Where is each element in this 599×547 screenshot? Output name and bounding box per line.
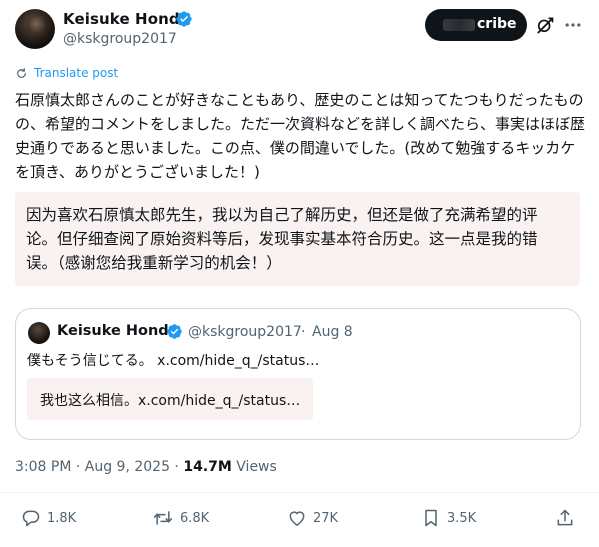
quote-separator: · — [301, 324, 306, 340]
quote-date[interactable]: Aug 8 — [312, 324, 353, 340]
redacted-text — [443, 19, 475, 31]
views-label: Views — [231, 459, 277, 475]
quoted-post[interactable]: Keisuke Honda @kskgroup2017 · Aug 8 僕もそう… — [15, 308, 581, 440]
translate-icon — [17, 67, 26, 78]
like-button[interactable]: 27K — [287, 508, 338, 528]
post-meta: 3:08 PM · Aug 9, 2025 · 14.7M Views — [15, 459, 277, 475]
quote-translation-box: 我也这么相信。x.com/hide_q_/status… — [27, 378, 313, 420]
like-icon — [289, 511, 305, 526]
reply-count: 1.8K — [47, 510, 77, 526]
verified-badge-icon — [167, 324, 182, 339]
bookmark-button[interactable]: 3.5K — [421, 508, 476, 528]
translate-label: Translate post — [34, 66, 119, 80]
quote-avatar[interactable] — [28, 322, 50, 344]
repost-count: 6.8K — [180, 510, 210, 526]
share-icon — [557, 509, 573, 526]
divider — [0, 492, 599, 493]
author-handle[interactable]: @kskgroup2017 — [63, 31, 177, 47]
subscribe-label: cribe — [477, 16, 517, 32]
verified-badge-icon — [176, 11, 192, 27]
quote-translation-text: 我也这么相信。x.com/hide_q_/status… — [40, 393, 301, 409]
post-text: 石原慎太郎さんのことが好きなこともあり、歴史のことは知ってたつもりだったものの、… — [15, 91, 586, 181]
quote-text: 僕もそう信じてる。 x.com/hide_q_/status… — [27, 353, 320, 369]
grok-icon[interactable] — [535, 15, 555, 35]
bookmark-icon — [425, 509, 437, 527]
translate-post-link[interactable]: Translate post — [15, 66, 118, 80]
author-name[interactable]: Keisuke Honda — [63, 10, 190, 28]
subscribe-button[interactable]: cribe — [425, 9, 527, 41]
quote-author-handle: @kskgroup2017 — [188, 324, 302, 340]
post-timestamp[interactable]: 3:08 PM · Aug 9, 2025 · — [15, 459, 183, 475]
like-count: 27K — [313, 510, 339, 526]
reply-button[interactable]: 1.8K — [21, 508, 76, 528]
quote-author-name: Keisuke Honda — [57, 323, 179, 339]
repost-button[interactable]: 6.8K — [152, 508, 209, 528]
repost-icon — [153, 511, 173, 525]
translation-box: 因为喜欢石原慎太郎先生，我以为自己了解历史，但还是做了充满希望的评论。但仔细查阅… — [15, 192, 580, 286]
bookmark-count: 3.5K — [447, 510, 477, 526]
author-avatar[interactable] — [15, 9, 55, 49]
more-icon[interactable] — [563, 15, 583, 35]
translation-text: 因为喜欢石原慎太郎先生，我以为自己了解历史，但还是做了充满希望的评论。但仔细查阅… — [26, 206, 538, 272]
reply-icon — [22, 510, 40, 527]
views-count: 14.7M — [183, 459, 232, 475]
share-button[interactable] — [555, 508, 581, 528]
